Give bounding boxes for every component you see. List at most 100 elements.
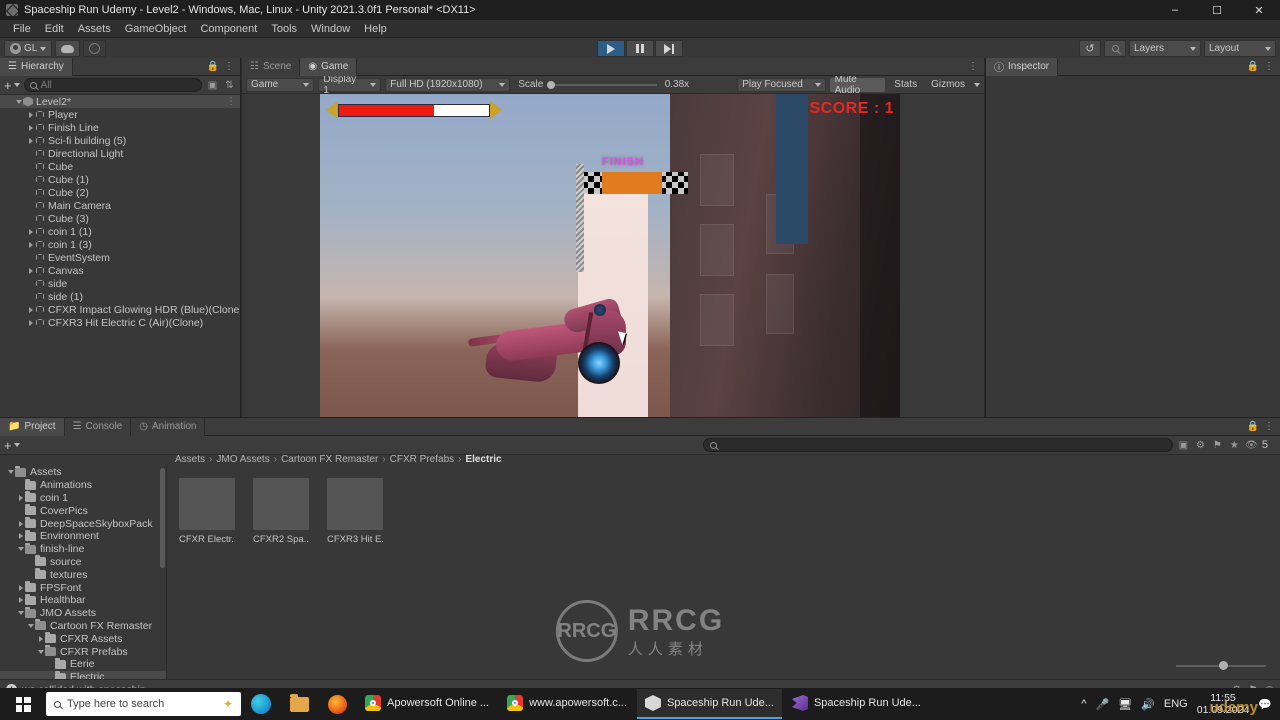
chevron-right-icon[interactable] (26, 228, 35, 235)
scene-visibility-icon[interactable]: ▣ (206, 79, 219, 92)
pause-button[interactable] (626, 40, 654, 57)
project-tree-item[interactable]: finish-line (0, 542, 166, 556)
chevron-down-icon[interactable] (16, 611, 25, 616)
project-tree-item[interactable]: CFXR Prefabs (0, 645, 166, 658)
mute-audio-toggle[interactable]: Mute Audio (829, 74, 886, 96)
breadcrumb-item[interactable]: Electric (465, 454, 501, 465)
menu-item-component[interactable]: Component (193, 20, 264, 38)
start-button[interactable] (2, 688, 44, 720)
hierarchy-item[interactable]: Cube (2) (0, 186, 240, 199)
menu-item-edit[interactable]: Edit (38, 20, 71, 38)
chevron-right-icon[interactable] (26, 124, 35, 131)
project-tree-item[interactable]: Healthbar (0, 593, 166, 607)
hierarchy-item[interactable]: coin 1 (3) (0, 238, 240, 251)
create-gameobject-button[interactable]: + (4, 79, 20, 92)
close-button[interactable]: ✕ (1238, 0, 1280, 20)
project-tree-item[interactable]: Animations (0, 478, 166, 492)
chevron-right-icon[interactable] (26, 137, 35, 144)
hierarchy-item[interactable]: Player (0, 108, 240, 121)
chevron-right-icon[interactable] (26, 111, 35, 118)
hierarchy-item[interactable]: Cube (3) (0, 212, 240, 225)
hierarchy-item[interactable]: Sci-fi building (5) (0, 134, 240, 147)
chevron-right-icon[interactable] (16, 494, 25, 501)
asset-item[interactable]: CFXR2 Spa... (253, 478, 309, 545)
sort-icon[interactable]: ⇅ (223, 79, 236, 92)
hierarchy-item[interactable]: Cube (0, 160, 240, 173)
history-icon[interactable]: ↺ (1079, 40, 1101, 57)
maximize-button[interactable]: ☐ (1196, 0, 1238, 20)
project-tree-scrollbar[interactable] (160, 468, 165, 568)
chevron-right-icon[interactable] (36, 635, 45, 642)
favorites-star-icon[interactable]: ★ (1228, 439, 1241, 452)
breadcrumb-item[interactable]: Assets (175, 454, 205, 465)
hierarchy-item[interactable]: Finish Line (0, 121, 240, 134)
network-icon[interactable]: 🖥 (1118, 698, 1132, 711)
project-folder-tree[interactable]: Assets Animations coin 1 CoverPics DeepSpace… (0, 466, 167, 679)
gizmos-toggle[interactable]: Gizmos (926, 78, 970, 92)
asset-item[interactable]: CFXR Electr... (179, 478, 235, 545)
hierarchy-item[interactable]: Main Camera (0, 199, 240, 212)
project-tree-item[interactable]: textures (0, 568, 166, 581)
project-tree-item[interactable]: Electric (0, 670, 166, 679)
kebab-menu-icon[interactable]: ⋮ (1264, 421, 1274, 432)
tab-console[interactable]: ☰ Console (64, 417, 132, 436)
kebab-menu-icon[interactable]: ⋮ (968, 61, 978, 72)
asset-zoom-knob[interactable] (1219, 661, 1229, 670)
chevron-right-icon[interactable] (26, 306, 35, 313)
project-asset-grid[interactable]: Assets › JMO Assets › Cartoon FX Remaster › CF… (167, 454, 1280, 679)
chevron-right-icon[interactable] (16, 520, 25, 527)
menu-item-tools[interactable]: Tools (264, 20, 304, 38)
minimize-button[interactable]: – (1154, 0, 1196, 20)
asset-list[interactable]: CFXR Electr... CFXR2 Spa... CFXR3 Hit E... (179, 478, 383, 545)
step-button[interactable] (655, 40, 683, 57)
taskbar-task-apowersoft-online[interactable]: Apowersoft Online ... (357, 689, 497, 719)
project-tree-item[interactable]: source (0, 555, 166, 569)
menu-item-help[interactable]: Help (357, 20, 394, 38)
stats-toggle[interactable]: Stats (889, 78, 922, 92)
chevron-down-icon[interactable] (26, 623, 35, 628)
filter-type-icon[interactable]: ⚙ (1194, 439, 1207, 452)
collab-button[interactable] (83, 40, 107, 57)
hierarchy-item[interactable]: CFXR Impact Glowing HDR (Blue)(Clone) (0, 303, 240, 316)
menu-item-file[interactable]: File (6, 20, 38, 38)
notification-center-icon[interactable]: 💬 (1258, 698, 1272, 711)
hierarchy-search-input[interactable]: All (23, 78, 202, 92)
project-tree-item[interactable]: Cartoon FX Remaster (0, 619, 166, 633)
search-in-scene-icon[interactable]: ▣ (1177, 439, 1190, 452)
play-mode-dropdown[interactable]: Play Focused (737, 77, 826, 92)
hierarchy-item[interactable]: side (0, 277, 240, 290)
chevron-down-icon[interactable] (16, 547, 25, 552)
tab-animation[interactable]: ◷ Animation (131, 417, 206, 436)
chevron-down-icon[interactable] (14, 99, 23, 104)
hierarchy-item[interactable]: Canvas (0, 264, 240, 277)
search-icon[interactable] (1104, 40, 1126, 57)
view-mode-dropdown[interactable]: Game (246, 77, 315, 92)
asset-zoom-slider[interactable] (1176, 661, 1266, 671)
tab-project[interactable]: 📁 Project (0, 417, 65, 436)
create-asset-button[interactable]: + (4, 439, 20, 452)
hidden-packages-icon[interactable]: 👁 (1245, 439, 1258, 452)
taskbar-task-visual-studio[interactable]: Spaceship Run Ude... (784, 689, 929, 719)
layout-dropdown[interactable]: Layout (1204, 40, 1276, 57)
volume-icon[interactable]: 🔊 (1141, 698, 1155, 711)
lock-icon[interactable]: 🔒 (1247, 421, 1259, 432)
scale-slider-knob[interactable] (547, 80, 556, 89)
project-tree-item[interactable]: FPSFont (0, 581, 166, 594)
kebab-menu-icon[interactable]: ⋮ (1264, 61, 1274, 72)
menu-item-assets[interactable]: Assets (71, 20, 118, 38)
hierarchy-item[interactable]: Directional Light (0, 147, 240, 160)
project-tree-item[interactable]: Environment (0, 529, 166, 543)
taskbar-pinned-firefox[interactable] (319, 689, 355, 719)
chevron-right-icon[interactable] (16, 584, 25, 591)
hierarchy-item[interactable]: coin 1 (1) (0, 225, 240, 238)
chevron-right-icon[interactable] (26, 241, 35, 248)
project-tree-item[interactable]: coin 1 (0, 491, 166, 505)
filter-label-icon[interactable]: ⚑ (1211, 439, 1224, 452)
tab-game[interactable]: ◉ Game (300, 57, 358, 76)
project-tree-item[interactable]: Eerie (0, 657, 166, 671)
microphone-icon[interactable]: 🎤 (1096, 698, 1110, 711)
lock-icon[interactable]: 🔒 (207, 61, 219, 72)
breadcrumb[interactable]: Assets › JMO Assets › Cartoon FX Remaster › CF… (167, 453, 1280, 466)
lock-icon[interactable]: 🔒 (1247, 61, 1259, 72)
hierarchy-item[interactable]: Cube (1) (0, 173, 240, 186)
